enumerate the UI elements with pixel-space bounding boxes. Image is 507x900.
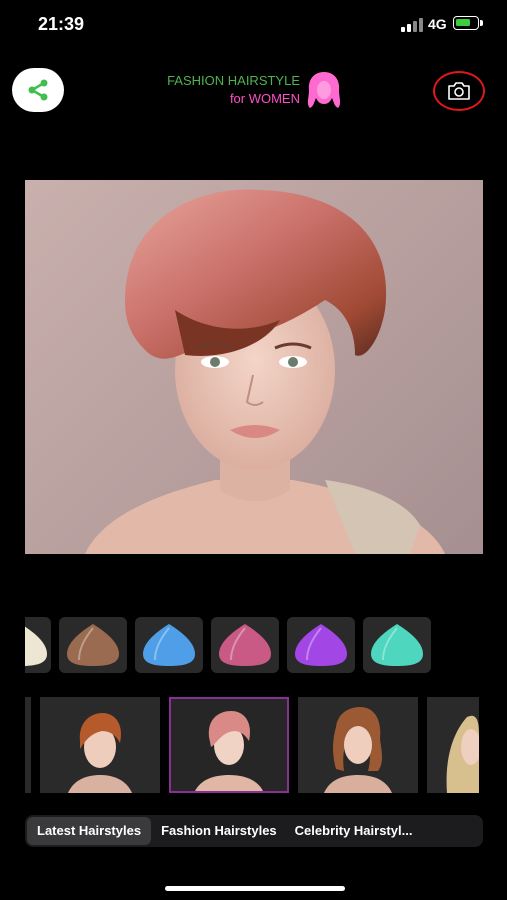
hair-color-swatch-blue[interactable] (135, 617, 203, 673)
network-label: 4G (428, 16, 447, 32)
hairstyle-preview-image (324, 707, 392, 793)
battery-icon (453, 16, 483, 30)
camera-button[interactable] (433, 71, 485, 111)
share-icon (28, 79, 48, 101)
preview-photo (25, 180, 483, 554)
hair-color-strip[interactable] (25, 617, 483, 673)
hairstyle-thumb-blonde-waves[interactable] (427, 697, 479, 793)
woman-portrait-image (85, 189, 445, 554)
hair-color-swatch-mint[interactable] (363, 617, 431, 673)
hair-swatch-icon (67, 624, 119, 666)
app-title-line2: for WOMEN (229, 91, 300, 106)
hair-swatch-icon (295, 624, 347, 666)
hairstyle-preview-image (446, 715, 479, 793)
home-indicator (165, 886, 345, 891)
hairstyle-preview-image (195, 711, 263, 791)
tab-celebrity-hairstyles[interactable]: Celebrity Hairstyl... (287, 817, 451, 845)
clock: 21:39 (38, 14, 85, 34)
hair-color-swatch-pink[interactable] (211, 617, 279, 673)
camera-icon (448, 82, 470, 100)
hair-color-swatch-platinum-blonde[interactable] (25, 617, 51, 673)
hairstyle-strip[interactable] (25, 697, 483, 793)
tab-latest-hairstyles[interactable]: Latest Hairstyles (27, 817, 152, 845)
hair-color-swatch-purple[interactable] (287, 617, 355, 673)
share-button[interactable] (12, 68, 64, 112)
hair-swatch-icon (219, 624, 271, 666)
hair-swatch-icon (143, 624, 195, 666)
signal-icon (401, 16, 423, 32)
hair-swatch-icon (371, 624, 423, 666)
app-title-line1: FASHION HAIRSTYLE (167, 73, 300, 88)
hairstyle-thumb-partial[interactable] (25, 697, 31, 793)
hairstyle-preview-image (68, 713, 132, 793)
app-title: FASHION HAIRSTYLE for WOMEN (140, 72, 300, 108)
hair-color-swatch-light-brown[interactable] (59, 617, 127, 673)
hair-swatch-icon (25, 626, 47, 666)
category-tabs: Latest Hairstyles Fashion Hairstyles Cel… (25, 815, 483, 847)
hairstyle-thumb-pink-pixie[interactable] (169, 697, 289, 793)
tab-fashion-hairstyles[interactable]: Fashion Hairstyles (153, 817, 285, 845)
woman-hair-logo-icon (307, 72, 341, 108)
status-bar: 21:39 4G (0, 0, 507, 50)
hairstyle-thumb-short-auburn[interactable] (40, 697, 160, 793)
hairstyle-thumb-brown-bob[interactable] (298, 697, 418, 793)
